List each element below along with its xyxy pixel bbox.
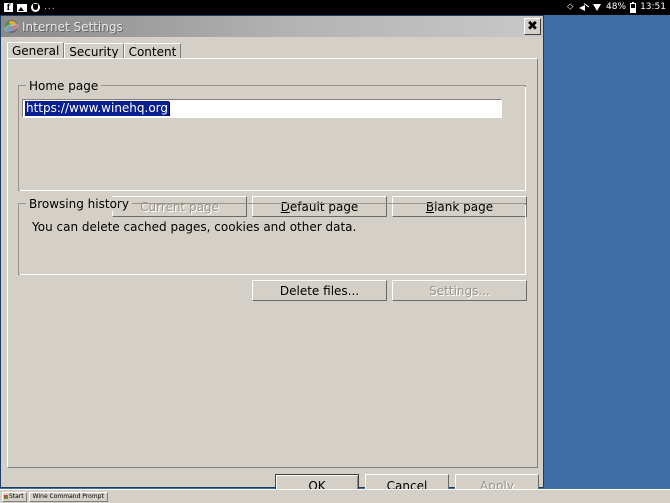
wine-taskbar: Start Wine Command Prompt (0, 489, 670, 503)
dialog-title: Internet Settings (22, 19, 123, 34)
bluetooth-icon (567, 2, 575, 13)
text-caret (169, 101, 171, 116)
shield-icon (31, 3, 40, 12)
home-page-address-value: https://www.winehq.org (25, 101, 170, 116)
tab-security[interactable]: Security (64, 43, 124, 59)
tab-panel-general: Home page You can choose the address tha… (7, 58, 538, 468)
delete-files-button[interactable]: Delete files... (252, 280, 387, 301)
photo-icon (17, 3, 27, 12)
overflow-dots-icon: ... (44, 2, 56, 12)
android-status-bar: f ... 48% 13:51 (0, 0, 670, 15)
history-settings-button-label: Settings... (429, 283, 490, 298)
internet-globe-icon (3, 19, 20, 34)
battery-percent: 48% (606, 2, 627, 12)
status-bar-notifications: f ... (4, 0, 56, 15)
tab-strip: General Security Content (7, 42, 182, 59)
start-button[interactable]: Start (2, 491, 27, 502)
history-settings-button[interactable]: Settings... (392, 280, 527, 301)
windows-flag-icon (4, 494, 8, 499)
close-icon[interactable]: ✖ (524, 18, 541, 35)
dialog-titlebar[interactable]: Internet Settings ✖ (1, 16, 543, 37)
screen: f ... 48% 13:51 Internet Settings ✖ Gene… (0, 0, 670, 503)
browsing-history-group-title: Browsing history (26, 197, 132, 211)
tab-content[interactable]: Content (123, 43, 182, 59)
start-button-label: Start (9, 492, 24, 500)
volume-muted-icon (579, 3, 589, 12)
wifi-icon (593, 3, 602, 12)
browsing-history-description: You can delete cached pages, cookies and… (32, 220, 357, 234)
browsing-history-group: Browsing history (18, 197, 526, 275)
battery-icon (630, 1, 637, 13)
status-bar-clock: 13:51 (640, 2, 666, 12)
home-page-address-input[interactable]: https://www.winehq.org (22, 99, 502, 118)
taskbar-item-label: Wine Command Prompt (32, 492, 104, 500)
home-page-group-title: Home page (26, 79, 102, 93)
internet-settings-dialog: Internet Settings ✖ General Security Con… (0, 15, 544, 497)
tab-general[interactable]: General (7, 42, 65, 59)
delete-files-button-label: Delete files... (279, 283, 360, 298)
facebook-icon: f (4, 3, 13, 12)
taskbar-item-wine-command-prompt[interactable]: Wine Command Prompt (28, 491, 108, 502)
status-bar-system: 48% 13:51 (567, 0, 666, 15)
